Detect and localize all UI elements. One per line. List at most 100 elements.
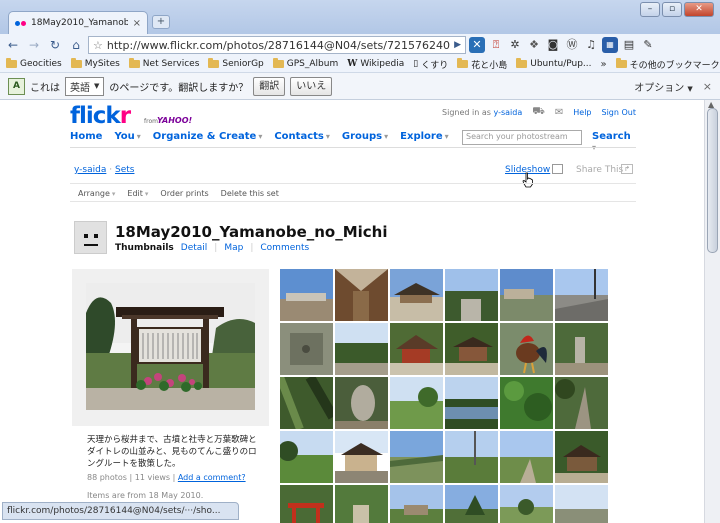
pdf-icon[interactable]: ⍰ [488, 37, 504, 53]
thumbnail[interactable] [335, 377, 388, 429]
thumbnail[interactable] [555, 431, 608, 483]
bookmark-ubuntu[interactable]: Ubuntu/Pup... [516, 58, 592, 69]
forward-arrow-icon[interactable]: → [25, 36, 43, 54]
thumbnail[interactable] [445, 431, 498, 483]
thumbnail[interactable] [280, 377, 333, 429]
translate-button[interactable]: 翻訳 [253, 76, 286, 96]
bookmark-seniorgp[interactable]: SeniorGp [208, 58, 264, 69]
address-bar[interactable]: ☆ http://www.flickr.com/photos/28716144@… [88, 36, 466, 54]
delete-set-link[interactable]: Delete this set [221, 189, 279, 198]
thumbnail[interactable] [390, 485, 443, 523]
thumbnail[interactable] [390, 269, 443, 321]
nav-explore[interactable]: Explore ▾ [400, 131, 448, 142]
maximize-button[interactable]: ▫ [662, 2, 682, 17]
thumbnail[interactable] [555, 269, 608, 321]
dog-icon[interactable]: ❖ [526, 37, 542, 53]
search-input[interactable]: Search your photostream [462, 130, 582, 145]
page-menu-icon[interactable]: ▤ [621, 37, 637, 53]
username-link[interactable]: y-saida [494, 108, 523, 117]
tab-map[interactable]: Map [224, 243, 243, 253]
nav-home[interactable]: Home [70, 131, 102, 142]
tab-close-icon[interactable]: × [133, 18, 141, 29]
thumbnail[interactable] [390, 377, 443, 429]
thumbnail[interactable] [335, 269, 388, 321]
translate-options-button[interactable]: オプション ▼ [634, 79, 693, 94]
wordpress-icon[interactable]: Ⓦ [564, 37, 580, 53]
bookmark-net-services[interactable]: Net Services [128, 58, 199, 69]
thumbnail[interactable] [500, 269, 553, 321]
wrench-menu-icon[interactable]: ✎ [640, 37, 656, 53]
order-prints-link[interactable]: Order prints [160, 189, 208, 198]
new-tab-button[interactable]: + [152, 15, 170, 29]
thumbnail[interactable] [555, 377, 608, 429]
thumbnail[interactable] [390, 323, 443, 375]
share-arrow-icon[interactable]: ↱ [621, 164, 633, 174]
thumbnail[interactable] [335, 485, 388, 523]
camera-icon[interactable]: ◙ [545, 37, 561, 53]
thumbnail[interactable] [500, 431, 553, 483]
music-icon[interactable]: ♫ [583, 37, 599, 53]
help-link[interactable]: Help [573, 108, 591, 117]
thumbnail[interactable] [280, 431, 333, 483]
nav-organize[interactable]: Organize & Create ▾ [153, 131, 263, 142]
scrollbar-thumb[interactable] [707, 108, 718, 253]
nav-groups[interactable]: Groups ▾ [342, 131, 388, 142]
bookmark-gps-album[interactable]: GPS_Album [272, 58, 338, 69]
other-bookmarks[interactable]: その他のブックマーク [615, 58, 720, 71]
close-window-button[interactable]: ✕ [684, 2, 714, 17]
calendar-icon[interactable]: ▦ [602, 37, 618, 53]
no-translate-button[interactable]: いいえ [290, 76, 333, 96]
thumbnail[interactable] [280, 269, 333, 321]
tab-detail[interactable]: Detail [181, 243, 208, 253]
sign-out-link[interactable]: Sign Out [602, 108, 637, 117]
mail-icon[interactable]: ✉ [555, 107, 563, 118]
bookmarks-overflow-button[interactable]: » [601, 59, 607, 70]
thumbnail[interactable] [445, 377, 498, 429]
bookmark-wikipedia[interactable]: W Wikipedia [347, 59, 404, 69]
arrange-menu[interactable]: Arrange ▾ [78, 189, 115, 198]
infobar-close-icon[interactable]: × [703, 80, 712, 93]
thumbnail[interactable] [445, 323, 498, 375]
nav-contacts[interactable]: Contacts ▾ [274, 131, 330, 142]
thumbnail[interactable] [335, 323, 388, 375]
minimize-button[interactable]: – [640, 2, 660, 17]
url-text[interactable]: http://www.flickr.com/photos/28716144@N0… [107, 39, 450, 52]
thumbnail[interactable] [335, 431, 388, 483]
bookmark-mysites[interactable]: MySites [70, 58, 120, 69]
bug-icon[interactable]: ✲ [507, 37, 523, 53]
primary-photo[interactable] [86, 283, 255, 410]
language-select[interactable]: 英語 ▼ [65, 76, 105, 96]
bookmark-geocities[interactable]: Geocities [6, 58, 62, 69]
reload-icon[interactable]: ↻ [46, 36, 64, 54]
back-arrow-icon[interactable]: ← [4, 36, 22, 54]
vertical-scrollbar[interactable]: ▲ [704, 100, 720, 523]
bookmark-hana-to-kojima[interactable]: 花と小島 [457, 58, 507, 71]
thumbnail[interactable] [500, 485, 553, 523]
thumbnail[interactable] [445, 269, 498, 321]
tab-comments[interactable]: Comments [260, 243, 309, 253]
thumbnail[interactable] [390, 431, 443, 483]
thumbnail[interactable] [555, 485, 608, 523]
go-arrow-icon[interactable]: ▶ [454, 40, 461, 50]
slideshow-icon[interactable] [552, 164, 563, 174]
breadcrumb-user[interactable]: y-saida [74, 165, 106, 175]
thumbnail[interactable] [500, 323, 553, 375]
home-icon[interactable]: ⌂ [67, 36, 85, 54]
nav-you[interactable]: You ▾ [114, 131, 140, 142]
thumbnail[interactable] [555, 323, 608, 375]
share-this-link[interactable]: Share This [576, 165, 623, 175]
search-button[interactable]: Search ▾ [592, 131, 636, 153]
thumbnail[interactable] [445, 485, 498, 523]
tab-thumbnails[interactable]: Thumbnails [115, 243, 174, 253]
thumbnail[interactable] [280, 323, 333, 375]
bookmark-kusuri[interactable]: ▯ くすり [413, 58, 448, 71]
bookmark-star-icon[interactable]: ☆ [93, 39, 103, 52]
flickr-logo[interactable]: flickr from YAHOO! [70, 103, 192, 129]
buddy-icon[interactable] [74, 221, 107, 254]
extension-x-icon[interactable]: ✕ [469, 37, 485, 53]
thumbnail[interactable] [500, 377, 553, 429]
browser-tab[interactable]: 18May2010_Yamanob... × [8, 11, 148, 34]
cart-icon[interactable]: ⛟ [532, 106, 545, 119]
add-comment-link[interactable]: Add a comment? [178, 473, 246, 482]
thumbnail[interactable] [280, 485, 333, 523]
